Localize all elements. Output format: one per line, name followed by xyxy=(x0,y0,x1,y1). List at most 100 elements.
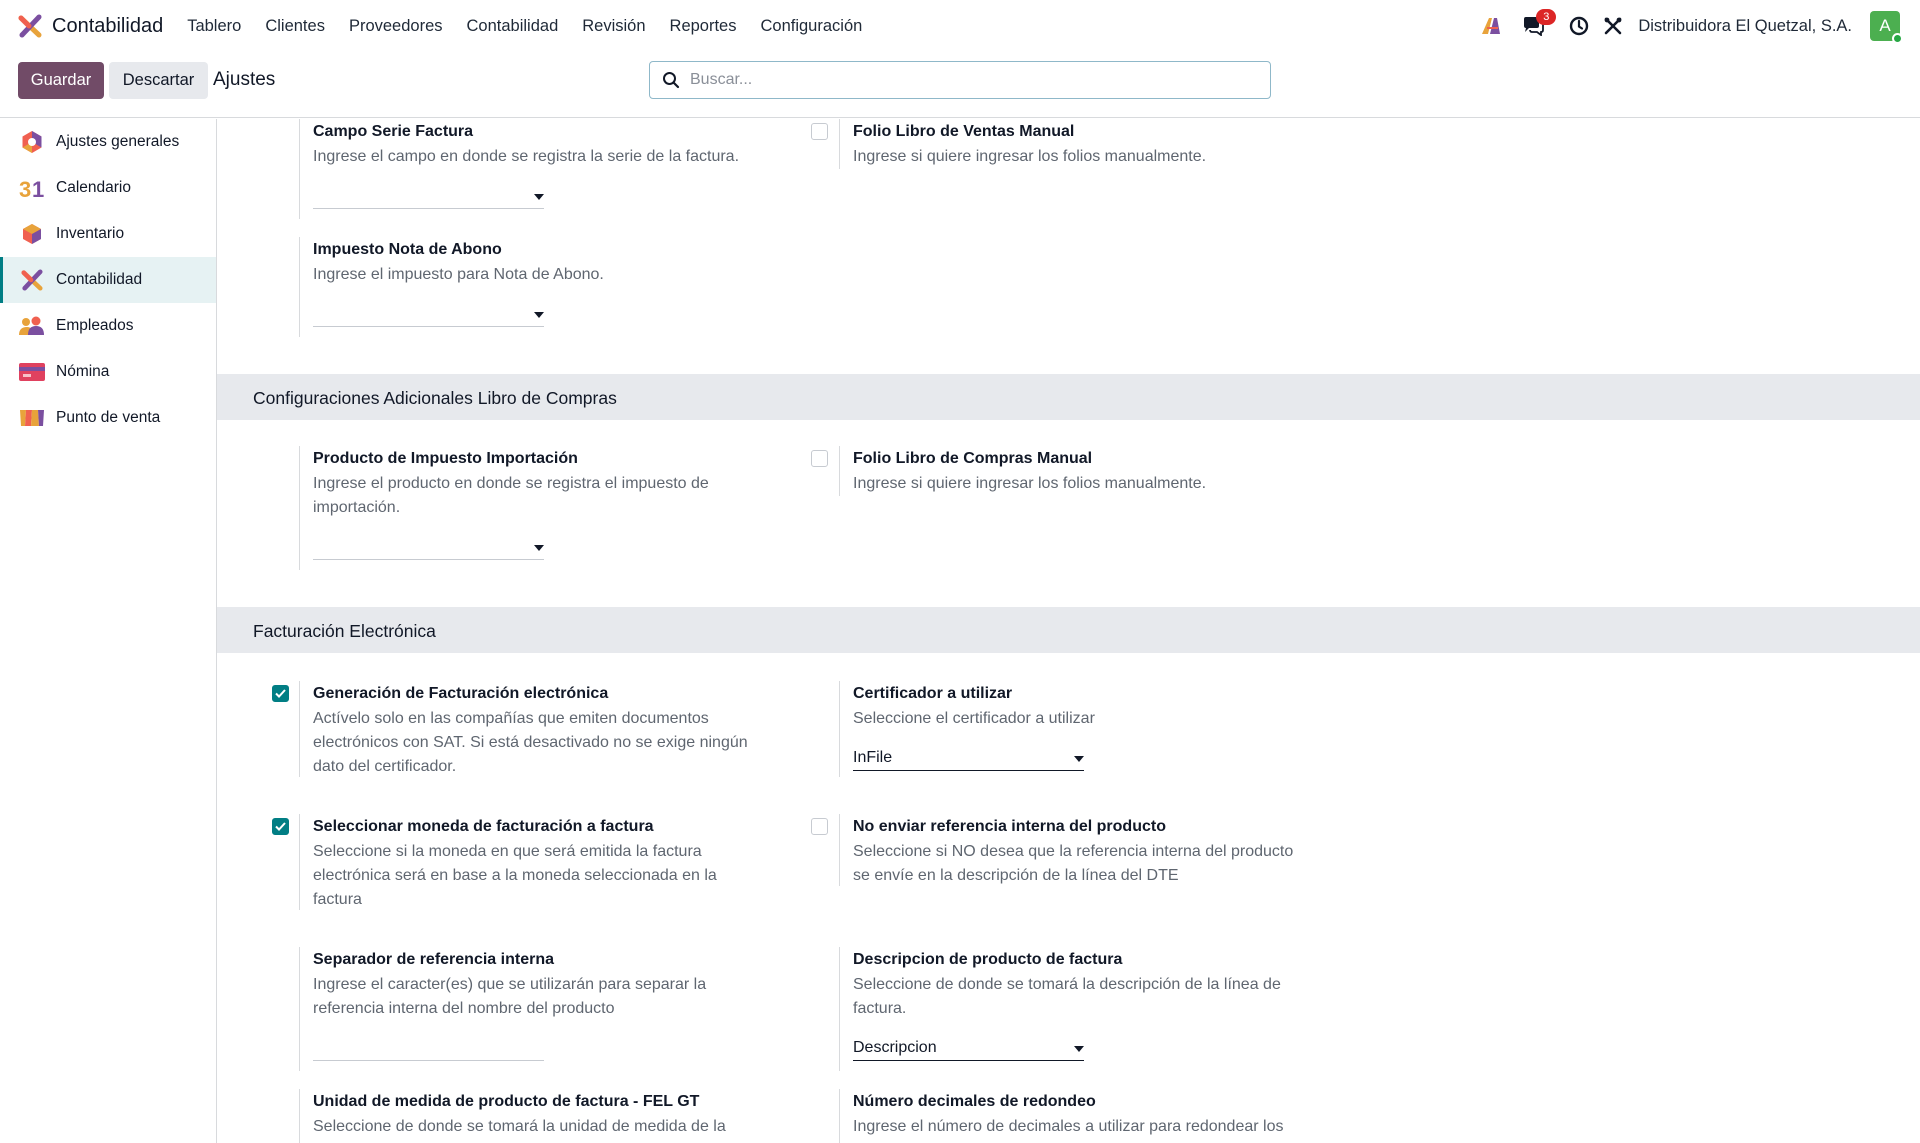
sidebar-item-calendar[interactable]: 3 1 Calendario xyxy=(0,165,216,211)
setting-divider xyxy=(299,1089,300,1143)
section-header-libro-compras: Configuraciones Adicionales Libro de Com… xyxy=(217,374,1920,420)
search-input[interactable] xyxy=(690,71,1250,89)
page-title: Ajustes xyxy=(213,69,276,90)
menu-reportes[interactable]: Reportes xyxy=(670,17,737,36)
serie-factura-select[interactable] xyxy=(313,185,544,209)
menu-tablero[interactable]: Tablero xyxy=(187,17,241,36)
employees-icon xyxy=(19,313,45,339)
sidebar-item-label: Empleados xyxy=(56,317,134,334)
user-avatar[interactable]: A xyxy=(1870,11,1903,44)
company-switcher[interactable]: Distribuidora El Quetzal, S.A. xyxy=(1638,17,1852,36)
messages-icon[interactable]: 3 xyxy=(1522,9,1557,37)
menu-clientes[interactable]: Clientes xyxy=(265,17,325,36)
description-line: Ingrese el producto en donde se registra… xyxy=(313,475,709,492)
description-line: Seleccione si la moneda en que será emit… xyxy=(313,843,702,860)
discard-button[interactable]: Descartar xyxy=(109,62,208,99)
notification-badge: 3 xyxy=(1536,9,1557,25)
folio-compras-checkbox[interactable] xyxy=(811,450,828,467)
impuesto-importacion-select[interactable] xyxy=(313,536,544,560)
setting-divider xyxy=(299,237,300,337)
setting-impuesto-nota-abono: Impuesto Nota de Abono Ingrese el impues… xyxy=(299,237,779,337)
nota-abono-select[interactable] xyxy=(313,303,544,327)
menu-revision[interactable]: Revisión xyxy=(582,17,645,36)
app-brand[interactable]: Contabilidad xyxy=(18,14,175,38)
app-name: Contabilidad xyxy=(52,14,164,37)
setting-divider xyxy=(839,119,840,169)
dropdown-caret-icon xyxy=(534,312,544,318)
setting-title: Separador de referencia interna xyxy=(313,951,554,968)
save-button[interactable]: Guardar xyxy=(18,62,104,99)
setting-description: Ingrese el campo en donde se registra la… xyxy=(313,148,740,165)
description-line: electrónica será en base a la moneda sel… xyxy=(313,867,717,884)
general-settings-icon xyxy=(19,129,45,155)
sidebar-item-payroll[interactable]: Nómina xyxy=(0,349,216,395)
setting-title: Seleccionar moneda de facturación a fact… xyxy=(313,818,654,835)
generacion-fel-checkbox[interactable] xyxy=(272,685,289,702)
setting-description: Seleccione el certificador a utilizar xyxy=(853,710,1095,727)
sidebar-item-label: Ajustes generales xyxy=(56,133,180,150)
settings-content: Campo Serie Factura Ingrese el campo en … xyxy=(217,119,1920,1143)
setting-producto-impuesto-importacion: Producto de Impuesto Importación Ingrese… xyxy=(299,446,779,570)
setting-title: Número decimales de redondeo xyxy=(853,1093,1096,1110)
setting-unidad-medida: Unidad de medida de producto de factura … xyxy=(299,1089,779,1143)
setting-moneda-facturacion: Seleccionar moneda de facturación a fact… xyxy=(299,814,779,910)
ai-assistant-icon[interactable] xyxy=(1480,15,1502,37)
setting-description: Ingrese el producto en donde se registra… xyxy=(313,472,709,520)
dropdown-caret-icon xyxy=(534,545,544,551)
select-value: Descripcion xyxy=(853,1039,937,1056)
settings-sidebar: Ajustes generales 3 1 Calendario Inventa… xyxy=(0,119,217,1143)
folio-ventas-checkbox[interactable] xyxy=(811,123,828,140)
moneda-checkbox[interactable] xyxy=(272,818,289,835)
checkmark-icon xyxy=(275,822,286,831)
activity-clock-icon[interactable] xyxy=(1568,15,1590,37)
dropdown-caret-icon xyxy=(534,194,544,200)
description-line: Ingrese el caracter(es) que se utilizará… xyxy=(313,976,707,993)
payroll-icon xyxy=(19,359,45,385)
setting-title: Folio Libro de Ventas Manual xyxy=(853,123,1075,140)
setting-divider xyxy=(299,947,300,1071)
section-header-facturacion-electronica: Facturación Electrónica xyxy=(217,607,1920,653)
sidebar-item-label: Nómina xyxy=(56,363,110,380)
setting-title: Descripcion de producto de factura xyxy=(853,951,1123,968)
setting-folio-ventas-manual: Folio Libro de Ventas Manual Ingrese si … xyxy=(839,119,1319,169)
settings-search[interactable] xyxy=(649,61,1271,99)
setting-divider xyxy=(839,814,840,886)
inventory-icon xyxy=(19,221,45,247)
sidebar-item-point-of-sale[interactable]: Punto de venta xyxy=(0,395,216,441)
setting-descripcion-producto: Descripcion de producto de factura Selec… xyxy=(839,947,1339,1071)
setting-certificador: Certificador a utilizar Seleccione el ce… xyxy=(839,681,1319,777)
setting-title: Folio Libro de Compras Manual xyxy=(853,450,1093,467)
description-line: se envíe en la descripción de la línea d… xyxy=(853,867,1179,884)
menu-configuracion[interactable]: Configuración xyxy=(760,17,862,36)
sidebar-item-employees[interactable]: Empleados xyxy=(0,303,216,349)
setting-divider xyxy=(299,681,300,777)
sidebar-item-label: Punto de venta xyxy=(56,409,161,426)
dropdown-caret-icon xyxy=(1074,756,1084,762)
menu-proveedores[interactable]: Proveedores xyxy=(349,17,443,36)
setting-description: Ingrese el número de decimales a utiliza… xyxy=(853,1115,1283,1139)
referencia-interna-checkbox[interactable] xyxy=(811,818,828,835)
search-icon xyxy=(662,71,680,89)
certificador-select[interactable]: InFile xyxy=(853,747,1084,771)
debug-tools-icon[interactable] xyxy=(1602,15,1624,37)
sidebar-item-accounting[interactable]: Contabilidad xyxy=(0,257,216,303)
description-line: electrónicos con SAT. Si está desactivad… xyxy=(313,734,748,751)
navbar-systray: 3 Distribuidora El Quetzal, S.A. A xyxy=(1464,0,1920,52)
description-line: Actívelo solo en las compañías que emite… xyxy=(313,710,709,727)
setting-divider xyxy=(299,446,300,570)
setting-title: Unidad de medida de producto de factura … xyxy=(313,1093,700,1110)
sidebar-item-label: Contabilidad xyxy=(56,271,143,288)
separador-input[interactable] xyxy=(313,1037,544,1061)
sidebar-item-inventory[interactable]: Inventario xyxy=(0,211,216,257)
sidebar-item-general-settings[interactable]: Ajustes generales xyxy=(0,119,216,165)
sidebar-item-label: Inventario xyxy=(56,225,125,242)
calendar-icon: 3 1 xyxy=(19,175,45,201)
description-line: Seleccione si NO desea que la referencia… xyxy=(853,843,1294,860)
menu-contabilidad[interactable]: Contabilidad xyxy=(467,17,559,36)
descripcion-select[interactable]: Descripcion xyxy=(853,1037,1084,1061)
setting-description: Seleccione de donde se tomará la unidad … xyxy=(313,1115,726,1139)
setting-divider xyxy=(839,1089,840,1143)
description-line: importación. xyxy=(313,499,401,516)
svg-text:1: 1 xyxy=(32,177,44,200)
setting-description: Seleccione si la moneda en que será emit… xyxy=(313,840,717,912)
